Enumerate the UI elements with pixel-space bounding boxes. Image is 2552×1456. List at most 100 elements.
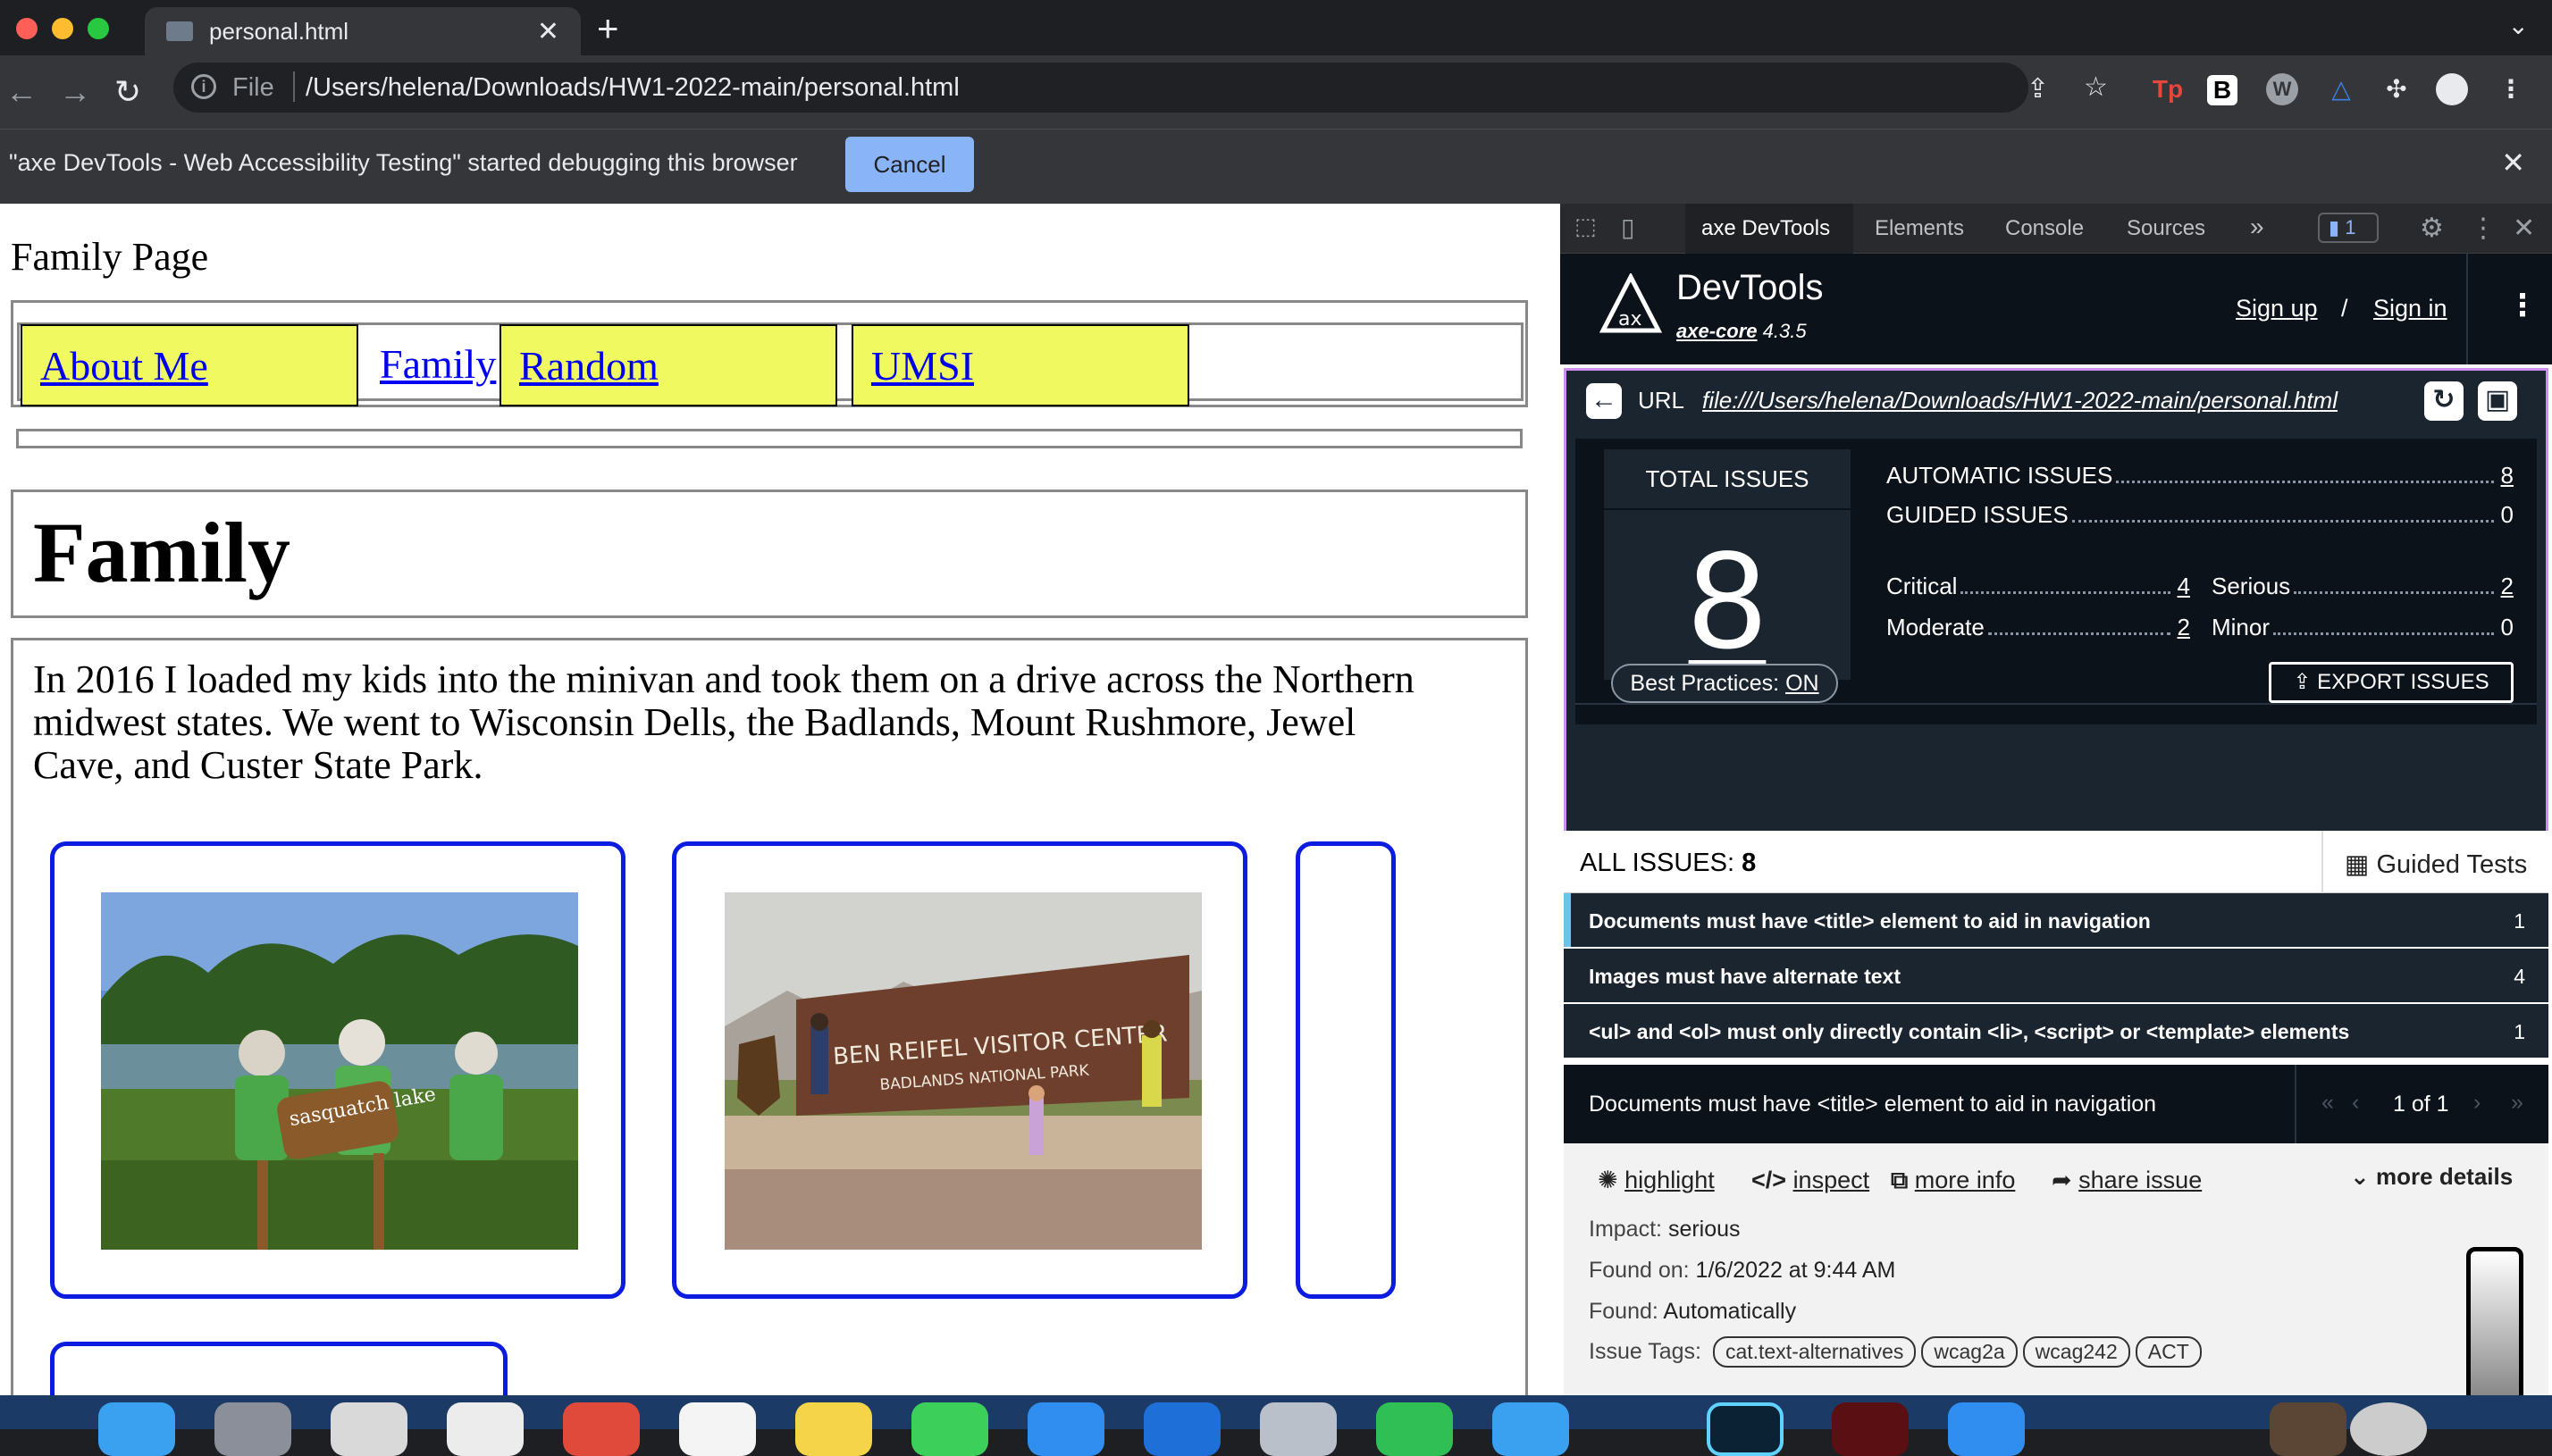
back-icon[interactable]: ←	[5, 73, 38, 111]
found-value: Automatically	[1663, 1299, 1797, 1324]
new-tab-icon[interactable]: +	[597, 7, 619, 50]
rescan-icon[interactable]: ↻	[2424, 381, 2464, 421]
last-page-icon[interactable]: »	[2511, 1090, 2523, 1116]
zoom-window-button[interactable]	[88, 18, 109, 39]
browser-tab[interactable]: personal.html ✕	[145, 7, 581, 55]
dock-app-icon[interactable]	[2350, 1402, 2427, 1456]
inspect-button[interactable]: </> inspect	[1751, 1167, 1869, 1194]
browser-menu-icon[interactable]: ⋮	[2493, 71, 2529, 107]
close-devtools-icon[interactable]: ✕	[2513, 213, 2535, 244]
web-page-viewport: Family Page About Me Family Random UMSI …	[0, 204, 1560, 1395]
dock-app-icon[interactable]	[2270, 1402, 2346, 1456]
serious-count[interactable]: 2	[2501, 573, 2514, 600]
dock-app-icon[interactable]	[1832, 1402, 1909, 1456]
url-text[interactable]: /Users/helena/Downloads/HW1-2022-main/pe…	[306, 73, 960, 103]
total-issues-count[interactable]: 8	[1604, 521, 1851, 681]
axe-core-link[interactable]: axe-core	[1676, 320, 1758, 342]
dock-app-icon[interactable]	[1707, 1402, 1784, 1456]
nav-link-umsi[interactable]: UMSI	[852, 324, 1189, 406]
close-window-button[interactable]	[16, 18, 38, 39]
first-page-icon[interactable]: «	[2321, 1090, 2334, 1116]
moderate-count[interactable]: 2	[2178, 614, 2190, 641]
dock-app-icon[interactable]	[795, 1402, 872, 1456]
dock-app-icon[interactable]	[563, 1402, 640, 1456]
issue-row[interactable]: <ul> and <ol> must only directly contain…	[1564, 1004, 2548, 1058]
site-info-icon[interactable]: i	[191, 74, 216, 99]
issue-tags-line: Issue Tags: cat.text-alternatives wcag2a w…	[1589, 1336, 2202, 1368]
axe-extension-icon[interactable]: △	[2323, 71, 2359, 107]
save-results-icon[interactable]: ▣	[2478, 381, 2517, 421]
header-divider	[2466, 254, 2468, 364]
w-extension-icon[interactable]: W	[2266, 73, 2298, 105]
dock-app-icon[interactable]	[214, 1402, 291, 1456]
dock-app-icon[interactable]	[679, 1402, 756, 1456]
forward-icon[interactable]: →	[59, 73, 91, 111]
tab-console[interactable]: Console	[2005, 216, 2084, 241]
devtools-tab-bar: ⬚ ▯ axe DevTools Elements Console Source…	[1560, 204, 2552, 254]
dock-app-icon[interactable]	[1492, 1402, 1569, 1456]
nav-link-family[interactable]: Family	[360, 324, 512, 406]
best-practices-toggle[interactable]: Best Practices: ON	[1611, 664, 1838, 703]
dock-app-icon[interactable]	[1948, 1402, 2025, 1456]
all-issues-label: ALL ISSUES:	[1580, 849, 1735, 877]
axe-menu-icon[interactable]: ⋮	[2507, 288, 2538, 323]
nav-link-about-me[interactable]: About Me	[21, 324, 358, 406]
settings-gear-icon[interactable]: ⚙	[2420, 213, 2444, 244]
extensions-puzzle-icon[interactable]: ✣	[2379, 71, 2414, 107]
critical-count[interactable]: 4	[2178, 573, 2190, 600]
guided-tests-button[interactable]: ▦ Guided Tests	[2345, 849, 2527, 880]
summary-divider	[1575, 703, 2537, 705]
issue-count: 4	[2514, 965, 2525, 988]
b-extension-icon[interactable]: B	[2207, 75, 2237, 105]
minimize-window-button[interactable]	[52, 18, 73, 39]
tab-close-icon[interactable]: ✕	[537, 16, 559, 47]
finder-dock-icon[interactable]	[98, 1402, 175, 1456]
infobar-close-icon[interactable]: ✕	[2501, 146, 2525, 180]
tab-elements[interactable]: Elements	[1875, 216, 1964, 241]
highlight-button[interactable]: ✺ highlight	[1598, 1167, 1715, 1194]
scanned-url-link[interactable]: file:///Users/helena/Downloads/HW1-2022-…	[1702, 387, 2338, 414]
dock-app-icon[interactable]	[1144, 1402, 1221, 1456]
issue-row[interactable]: Images must have alternate text 4	[1564, 949, 2548, 1002]
address-bar[interactable]: i File /Users/helena/Downloads/HW1-2022-…	[173, 63, 2028, 113]
issue-tag: cat.text-alternatives	[1712, 1336, 1917, 1368]
tp-extension-icon[interactable]: Tp	[2150, 71, 2186, 107]
more-tabs-chevron-icon[interactable]: »	[2250, 213, 2264, 241]
dock-app-icon[interactable]	[1028, 1402, 1104, 1456]
automatic-issues-row: AUTOMATIC ISSUES 8	[1886, 462, 2514, 490]
reload-icon[interactable]: ↻	[114, 73, 141, 111]
tab-axe-devtools[interactable]: axe DevTools	[1685, 204, 1853, 254]
issue-row-selected[interactable]: Documents must have <title> element to a…	[1564, 893, 2548, 947]
prev-page-icon[interactable]: ‹	[2352, 1090, 2359, 1116]
share-icon[interactable]: ⇪	[2027, 73, 2049, 105]
devtools-menu-icon[interactable]: ⋮	[2470, 213, 2497, 244]
issue-title: Images must have alternate text	[1589, 965, 1901, 988]
device-toolbar-icon[interactable]: ▯	[1621, 213, 1634, 242]
back-arrow-icon[interactable]: ←	[1586, 383, 1622, 419]
issue-title: <ul> and <ol> must only directly contain…	[1589, 1020, 2350, 1043]
issues-badge[interactable]: ▮ 1	[2318, 213, 2379, 243]
tab-search-chevron-icon[interactable]: ⌄	[2508, 11, 2529, 40]
dock-app-icon[interactable]	[1260, 1402, 1337, 1456]
dock-app-icon[interactable]	[331, 1402, 407, 1456]
profile-avatar[interactable]	[2436, 73, 2468, 105]
tab-sources[interactable]: Sources	[2127, 216, 2205, 241]
inspect-element-icon[interactable]: ⬚	[1574, 213, 1597, 240]
scheme-label: File	[232, 73, 274, 102]
dock-app-icon[interactable]	[1376, 1402, 1453, 1456]
cancel-debugging-button[interactable]: Cancel	[845, 137, 974, 192]
more-info-button[interactable]: ⧉ more info	[1891, 1167, 2015, 1195]
automatic-issues-count[interactable]: 8	[2501, 462, 2514, 490]
sign-up-link[interactable]: Sign up	[2236, 295, 2318, 322]
axe-brand-title: DevTools	[1676, 268, 1824, 307]
dock-app-icon[interactable]	[447, 1402, 524, 1456]
dock-app-icon[interactable]	[911, 1402, 988, 1456]
share-issue-button[interactable]: ➦ share issue	[2052, 1167, 2202, 1194]
next-page-icon[interactable]: ›	[2473, 1090, 2481, 1116]
issue-title: Documents must have <title> element to a…	[1589, 909, 2151, 933]
more-details-toggle[interactable]: ⌄ more details	[2350, 1163, 2513, 1191]
export-issues-button[interactable]: ⇪ EXPORT ISSUES	[2269, 662, 2514, 703]
bookmark-star-icon[interactable]: ☆	[2084, 71, 2108, 103]
sign-in-link[interactable]: Sign in	[2373, 295, 2447, 322]
nav-link-random[interactable]: Random	[499, 324, 837, 406]
